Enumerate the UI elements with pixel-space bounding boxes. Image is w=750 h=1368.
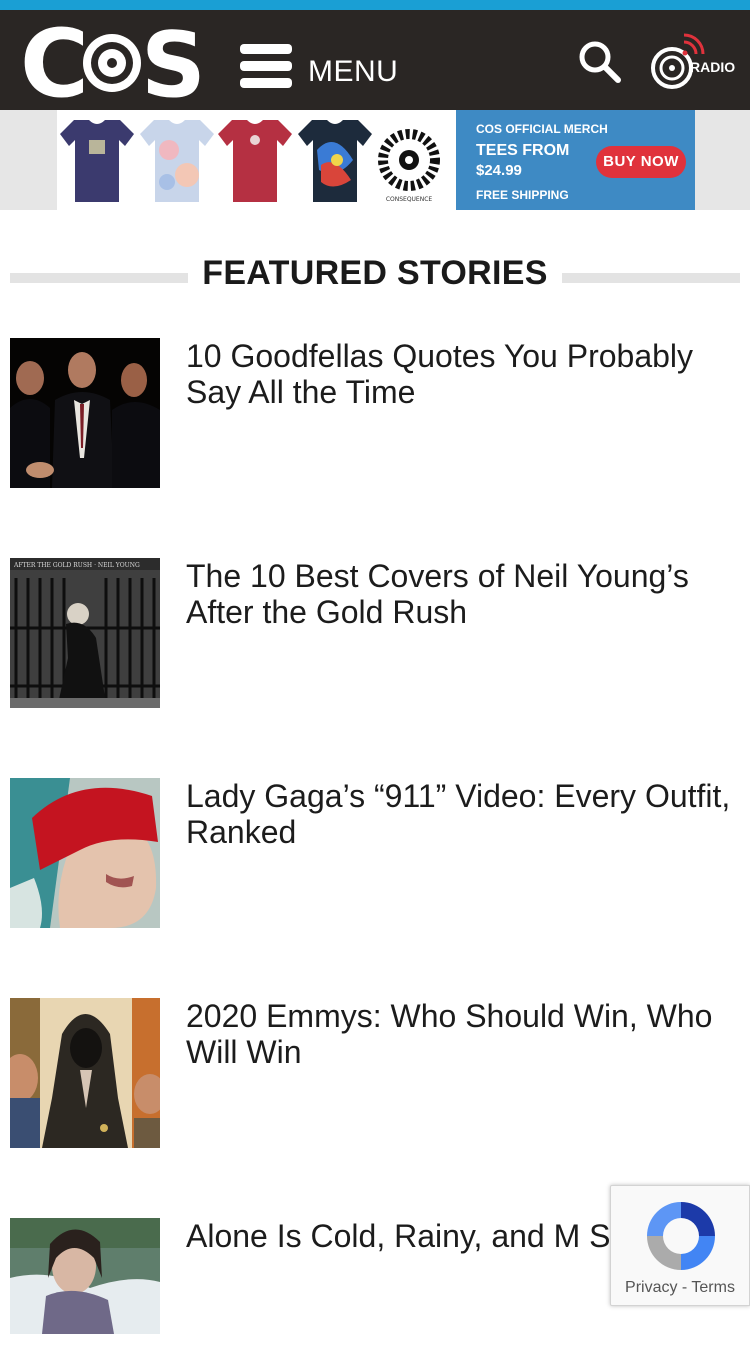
story-title[interactable]: Alone Is Cold, Rainy, and M Survival Hor…: [186, 1218, 610, 1254]
search-icon[interactable]: [578, 40, 622, 84]
story-item[interactable]: AFTER THE GOLD RUSH · NEIL YOUNG The 10 …: [10, 558, 750, 708]
story-thumbnail[interactable]: [10, 778, 160, 928]
buy-now-button[interactable]: BUY NOW: [596, 146, 686, 178]
story-thumbnail[interactable]: AFTER THE GOLD RUSH · NEIL YOUNG: [10, 558, 160, 708]
radio-button[interactable]: RADIO: [648, 28, 736, 92]
svg-text:S: S: [141, 16, 202, 104]
merch-ad-banner[interactable]: CONSEQUENCE COS OFFICIAL MERCH TEES FROM…: [57, 110, 695, 210]
recaptcha-badge[interactable]: Privacy - Terms: [610, 1185, 750, 1306]
site-header: C S MENU RADIO: [0, 10, 750, 110]
recaptcha-links: Privacy - Terms: [611, 1279, 749, 1297]
svg-text:C: C: [20, 16, 83, 104]
ad-line1: TEES FROM: [476, 142, 570, 159]
story-thumbnail[interactable]: [10, 1218, 160, 1368]
privacy-link[interactable]: Privacy: [625, 1279, 677, 1296]
story-title[interactable]: 10 Goodfellas Quotes You Probably Say Al…: [186, 338, 736, 410]
story-thumbnail[interactable]: [10, 338, 160, 488]
story-title[interactable]: 2020 Emmys: Who Should Win, Who Will Win: [186, 998, 736, 1070]
ad-copy-panel: COS OFFICIAL MERCH TEES FROM $24.99 FREE…: [456, 110, 695, 210]
hamburger-icon: [240, 44, 292, 88]
story-item[interactable]: Lady Gaga’s “911” Video: Every Outfit, R…: [10, 778, 750, 928]
ad-headline: COS OFFICIAL MERCH: [476, 122, 608, 136]
story-item[interactable]: 2020 Emmys: Who Should Win, Who Will Win: [10, 998, 750, 1148]
story-item[interactable]: 10 Goodfellas Quotes You Probably Say Al…: [10, 338, 750, 488]
link-separator: -: [677, 1279, 692, 1296]
section-title: FEATURED STORIES: [202, 254, 548, 292]
cos-logo[interactable]: C S: [20, 16, 202, 104]
menu-button[interactable]: MENU: [240, 38, 398, 94]
ad-footer: FREE SHIPPING: [476, 188, 569, 202]
story-title[interactable]: Lady Gaga’s “911” Video: Every Outfit, R…: [186, 778, 736, 850]
radio-label: RADIO: [690, 59, 736, 75]
tshirts-image: CONSEQUENCE: [60, 120, 440, 203]
recaptcha-icon: [647, 1202, 715, 1270]
story-thumbnail[interactable]: [10, 998, 160, 1148]
featured-stories-header: FEATURED STORIES: [10, 254, 740, 300]
menu-label: MENU: [308, 55, 399, 88]
ad-brand-text: CONSEQUENCE: [386, 196, 433, 203]
story-title[interactable]: The 10 Best Covers of Neil Young’s After…: [186, 558, 736, 630]
ad-price: $24.99: [476, 162, 522, 179]
top-accent-bar: [0, 0, 750, 10]
album-cover-text: AFTER THE GOLD RUSH · NEIL YOUNG: [13, 562, 140, 569]
terms-link[interactable]: Terms: [691, 1279, 735, 1296]
